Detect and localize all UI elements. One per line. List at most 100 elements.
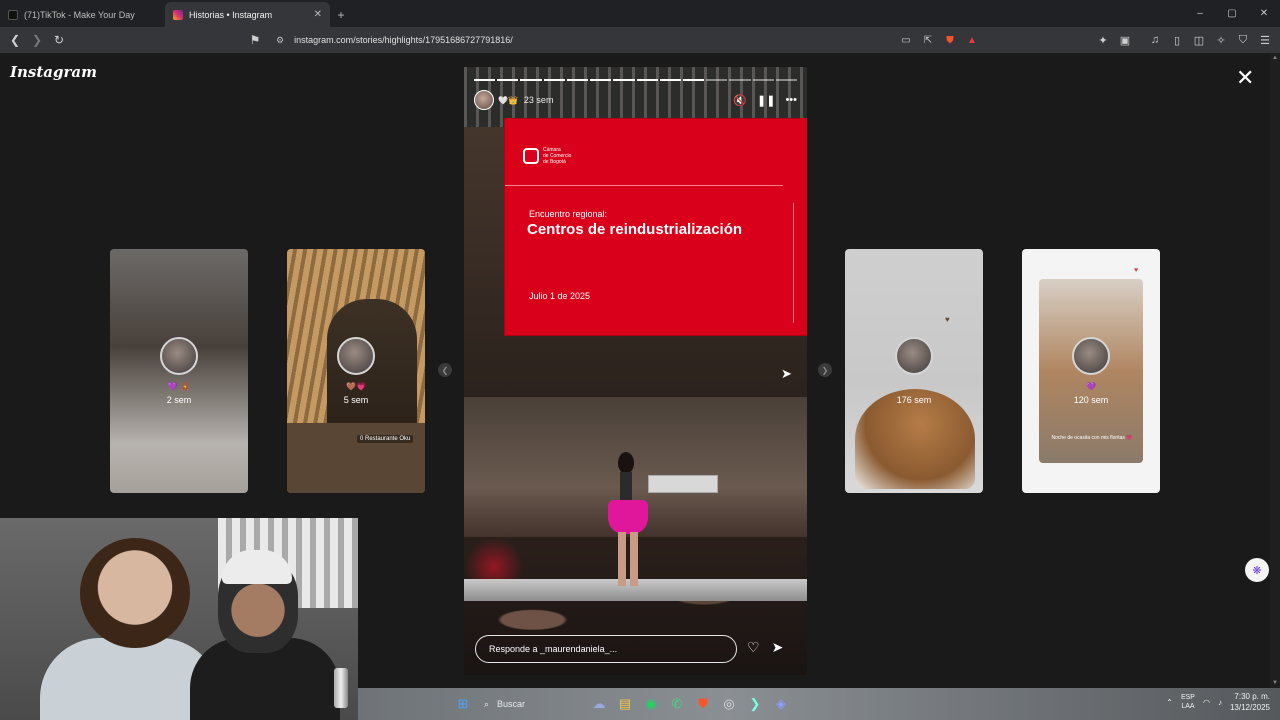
volume-icon[interactable]: ♪ [1218, 698, 1222, 707]
preview-time: 176 sem [896, 395, 932, 405]
address-bar[interactable]: ⚙ instagram.com/stories/highlights/17951… [268, 30, 988, 50]
obs-icon[interactable]: ◎ [716, 691, 742, 717]
close-stories-button[interactable]: ✕ [1236, 67, 1254, 89]
wallet-icon[interactable]: ◫ [1190, 29, 1208, 51]
search-label: Buscar [497, 699, 526, 709]
reply-input[interactable]: Responde a _maurendaniela_... [475, 635, 737, 663]
extensions-icon[interactable]: ✦ [1094, 29, 1112, 51]
music-icon[interactable]: ♫ [1146, 29, 1164, 51]
avatar [160, 337, 198, 375]
widgets-icon[interactable]: ☁ [586, 691, 612, 717]
lang-top: ESP [1180, 694, 1195, 701]
preview-time: 5 sem [343, 395, 369, 405]
pause-icon[interactable]: ❚❚ [757, 94, 775, 107]
brave-rewards-icon[interactable]: ▲ [964, 35, 980, 46]
clock-time: 7:30 p. m. [1234, 692, 1270, 701]
vpn-icon[interactable]: ⛉ [1234, 29, 1252, 51]
divider [505, 185, 783, 186]
booth [648, 475, 718, 493]
avatar[interactable] [474, 90, 494, 110]
close-tab-icon[interactable]: ✕ [314, 9, 322, 20]
progress-segment [566, 79, 589, 81]
avatar [895, 337, 933, 375]
reload-icon[interactable]: ↻ [48, 29, 70, 51]
bookmark-icon[interactable]: ⚑ [244, 29, 266, 51]
tray-overflow-icon[interactable]: ⌃ [1166, 698, 1173, 707]
back-icon[interactable]: ❮ [4, 29, 26, 51]
site-info-icon[interactable]: ⚙ [276, 35, 284, 46]
cast-icon[interactable]: ▭ [898, 35, 914, 46]
next-story-button[interactable]: ❯ [818, 363, 832, 377]
clock[interactable]: 7:30 p. m. 13/12/2025 [1230, 691, 1270, 713]
brand-line: de Bogotá [543, 159, 566, 165]
heart-icon[interactable]: ♡ [747, 639, 760, 656]
mouse-cursor-icon: ➤ [781, 366, 792, 381]
spray-can [334, 668, 348, 708]
preview-caption: Noche de ocasita con mis floritas 💗 [1051, 435, 1133, 441]
menu-icon[interactable]: ☰ [1256, 29, 1274, 51]
new-tab-button[interactable]: + [330, 2, 352, 27]
progress-segment [729, 79, 751, 81]
restore-button[interactable]: ▢ [1216, 0, 1248, 27]
leo-icon[interactable]: ✧ [1212, 29, 1230, 51]
tiktok-favicon-icon [8, 9, 18, 20]
story-preview[interactable]: 💜 🧸 2 sem [110, 249, 248, 493]
spotify-icon[interactable]: ◉ [638, 691, 664, 717]
scrollbar[interactable]: ▲ ▼ [1270, 53, 1280, 688]
discord-icon[interactable]: ◈ [768, 691, 794, 717]
language-indicator[interactable]: ESP LAA [1181, 693, 1195, 711]
progress-segment [775, 79, 798, 81]
progress-segment [706, 79, 728, 81]
reply-placeholder: Responde a _maurendaniela_... [489, 644, 618, 654]
file-explorer-icon[interactable]: ▤ [612, 691, 638, 717]
screen-date: Julio 1 de 2025 [529, 291, 591, 301]
minimize-button[interactable]: – [1184, 0, 1216, 27]
previous-story-button[interactable]: ❮ [438, 363, 452, 377]
progress-segment [474, 79, 496, 81]
start-icon[interactable]: ⊞ [450, 691, 476, 717]
reply-actions: ♡ ➤ [747, 639, 783, 656]
terminal-icon[interactable]: ❯ [742, 691, 768, 717]
taskbar-search[interactable]: ⌕ Buscar [476, 699, 586, 710]
scroll-down-icon[interactable]: ▼ [1272, 680, 1278, 686]
instagram-logo[interactable]: Instagram [10, 63, 97, 81]
progress-segment [659, 79, 681, 81]
model-dress [608, 500, 648, 534]
share-icon[interactable]: ⇱ [920, 35, 936, 46]
story-progress [474, 79, 798, 81]
extensions-area: ✦ ▣ ♫ ▯ ◫ ✧ ⛉ ☰ [1094, 29, 1274, 51]
tab-title: (71)TikTok - Make Your Day [24, 9, 135, 20]
search-icon: ⌕ [484, 698, 490, 709]
floating-extension-icon[interactable]: ❋ [1245, 558, 1269, 582]
story-preview[interactable]: 🤎💗 5 sem 0 Restaurante Oku [287, 249, 425, 493]
floor [287, 423, 425, 493]
preview-time: 120 sem [1073, 395, 1109, 405]
active-story[interactable]: Cámara de Comercio de Bogotá Encuentro r… [464, 67, 807, 675]
brave-icon[interactable]: ⛊ [690, 691, 716, 717]
brave-shield-icon[interactable]: ⛊ [942, 35, 958, 46]
close-window-button[interactable]: ✕ [1248, 0, 1280, 27]
story-preview[interactable]: ♥ 💜 120 sem Noche de ocasita con mis flo… [1022, 249, 1160, 493]
model-top [620, 472, 632, 502]
tab-instagram[interactable]: Historias • Instagram ✕ [165, 2, 330, 27]
whatsapp-icon[interactable]: ✆ [664, 691, 690, 717]
preview-emoji: 💜 🧸 [167, 382, 191, 391]
progress-segment [520, 79, 542, 81]
ccb-logo-icon [523, 148, 539, 164]
windows-taskbar: ⊞ ⌕ Buscar ☁ ▤ ◉ ✆ ⛊ ◎ ❯ ◈ ⌃ ESP LAA ◠ ♪… [358, 688, 1280, 720]
sidebar-icon[interactable]: ▯ [1168, 29, 1186, 51]
screenshot-icon[interactable]: ▣ [1116, 29, 1134, 51]
scroll-up-icon[interactable]: ▲ [1272, 55, 1278, 61]
tab-tiktok[interactable]: (71)TikTok - Make Your Day [0, 2, 165, 27]
mute-icon[interactable]: 🔇 [733, 94, 747, 107]
send-icon[interactable]: ➤ [772, 639, 784, 656]
preview-emoji: 💜 [1086, 382, 1096, 391]
story-controls: 🔇 ❚❚ ••• [733, 94, 797, 107]
divider [793, 203, 794, 323]
forward-icon[interactable]: ❯ [26, 29, 48, 51]
more-icon[interactable]: ••• [785, 94, 797, 107]
url-text: instagram.com/stories/highlights/1795168… [294, 35, 513, 45]
webcam-overlay [0, 518, 358, 720]
wifi-icon[interactable]: ◠ [1203, 698, 1210, 707]
story-preview[interactable]: ♥ 176 sem [845, 249, 983, 493]
